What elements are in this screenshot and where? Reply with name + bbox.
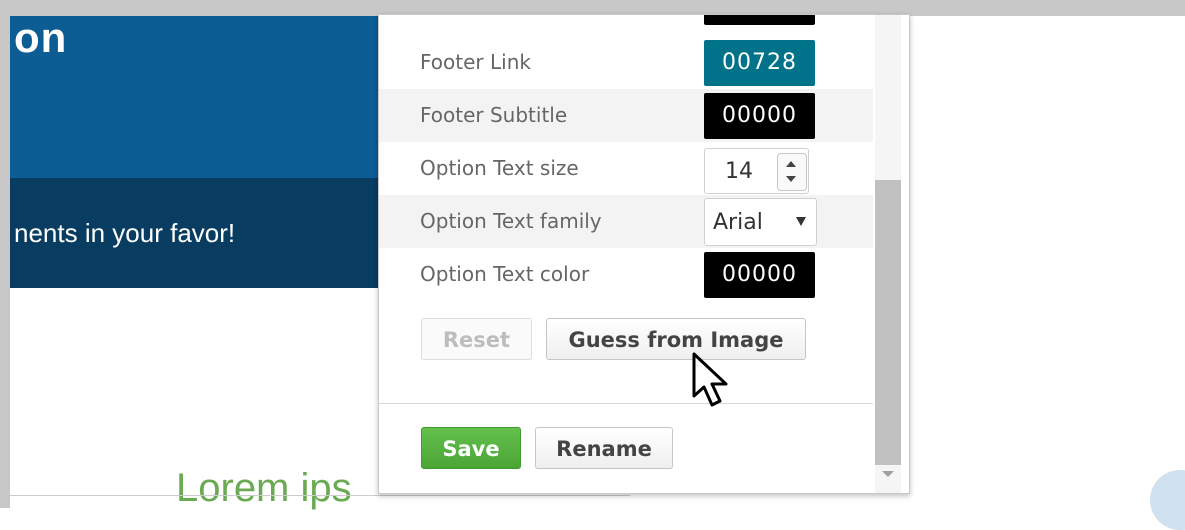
chevron-up-icon[interactable] [786, 161, 796, 167]
preview-title: on [14, 14, 68, 61]
rename-button[interactable]: Rename [535, 427, 673, 469]
preview-divider [10, 495, 630, 496]
panel-scrollbar[interactable] [873, 15, 903, 493]
settings-row-option-text-size: Option Text size 14 [379, 142, 873, 195]
help-icon[interactable] [1150, 470, 1185, 530]
scroll-down-arrow-icon[interactable] [882, 471, 894, 477]
setting-label: Footer Subtitle [420, 103, 568, 127]
setting-label: Option Text color [420, 262, 590, 286]
scrollbar-thumb[interactable] [875, 180, 901, 465]
option-text-size-stepper[interactable]: 14 [704, 148, 809, 194]
footer-subtitle-color-input[interactable]: 00000 [704, 93, 815, 139]
chevron-down-icon[interactable] [786, 176, 796, 182]
mouse-pointer-icon [692, 352, 728, 407]
settings-row-option-text-family: Option Text family Arial [379, 195, 873, 248]
theme-settings-panel: Footer Link 00728 Footer Subtitle 00000 … [378, 14, 910, 494]
setting-label: Option Text family [420, 209, 602, 233]
footer-link-color-input[interactable]: 00728 [704, 40, 815, 86]
stepper-buttons[interactable] [777, 153, 807, 191]
color-swatch-partial[interactable] [704, 15, 815, 25]
option-text-color-input[interactable]: 00000 [704, 252, 815, 298]
guess-from-image-button[interactable]: Guess from Image [546, 318, 806, 360]
reset-button[interactable]: Reset [421, 318, 532, 360]
option-text-family-select[interactable]: Arial [704, 198, 817, 246]
window-frame-left [0, 0, 10, 508]
preview-subtitle: nents in your favor! [14, 218, 236, 248]
setting-label: Option Text size [420, 156, 579, 180]
settings-row-partial [379, 15, 873, 36]
panel-divider [379, 403, 873, 404]
settings-row-footer-link: Footer Link 00728 [379, 36, 873, 89]
select-value: Arial [713, 210, 763, 235]
dropdown-arrow-icon [796, 217, 806, 226]
setting-label: Footer Link [420, 50, 531, 74]
save-button[interactable]: Save [421, 427, 521, 469]
preview-lorem-heading: Lorem ips [176, 466, 352, 510]
settings-row-footer-subtitle: Footer Subtitle 00000 [379, 89, 873, 142]
stepper-value: 14 [725, 159, 753, 184]
settings-row-option-text-color: Option Text color 00000 [379, 248, 873, 301]
